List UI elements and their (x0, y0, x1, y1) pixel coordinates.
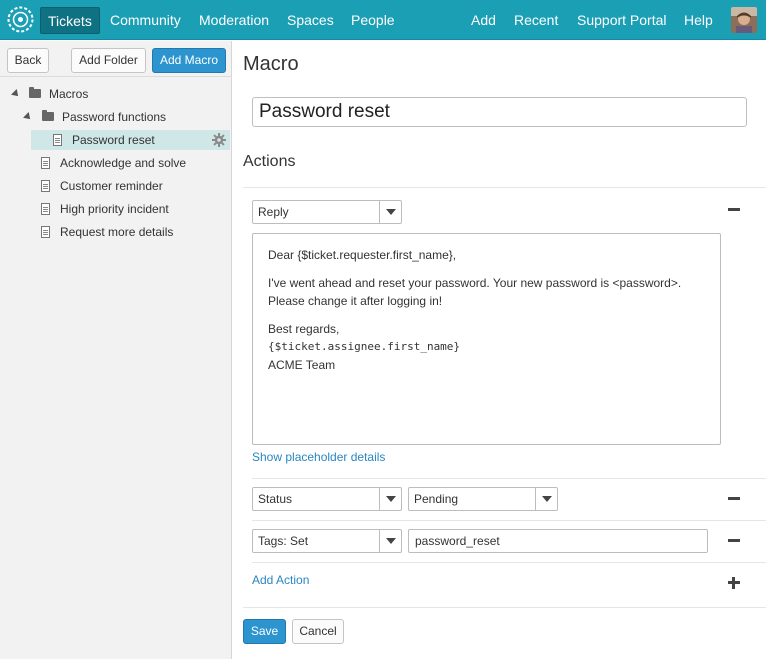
remove-action-icon[interactable] (728, 497, 740, 500)
sidebar-divider (0, 76, 231, 77)
action-field-select-status[interactable]: Status (252, 487, 402, 511)
footer-divider (243, 607, 766, 608)
document-icon (41, 226, 50, 238)
nav-moderation[interactable]: Moderation (199, 0, 269, 40)
tree-label: Password functions (62, 110, 167, 124)
chevron-down-icon (379, 201, 401, 223)
tree-label: Customer reminder (60, 179, 163, 193)
action-field-select-tags[interactable]: Tags: Set (252, 529, 402, 553)
status-value-select[interactable]: Pending (408, 487, 558, 511)
document-icon (53, 134, 62, 146)
tree-macro-acknowledge-and-solve[interactable]: Acknowledge and solve (0, 153, 231, 173)
tree-folder-password-functions[interactable]: Password functions (0, 107, 231, 127)
page-title: Macro (243, 53, 299, 75)
add-action-plus-icon[interactable] (728, 577, 740, 589)
nav-people[interactable]: People (351, 0, 395, 40)
tree-label: Password reset (72, 133, 155, 147)
select-value: Reply (258, 205, 289, 219)
chevron-down-icon (535, 488, 557, 510)
nav-support-portal[interactable]: Support Portal (577, 0, 667, 40)
reply-closing: Best regards, (268, 322, 340, 336)
section-divider (243, 187, 766, 188)
tags-value-input[interactable]: password_reset (408, 529, 708, 553)
document-icon (41, 180, 50, 192)
add-macro-button[interactable]: Add Macro (152, 48, 226, 73)
expand-triangle-icon[interactable] (23, 112, 33, 122)
action-divider (252, 562, 766, 563)
back-button[interactable]: Back (7, 48, 49, 73)
reply-line-1: I've went ahead and reset your password.… (268, 276, 682, 290)
tree-label: Request more details (60, 225, 174, 239)
add-folder-button[interactable]: Add Folder (71, 48, 146, 73)
chevron-down-icon (379, 488, 401, 510)
nav-tickets[interactable]: Tickets (40, 7, 100, 34)
action-divider (252, 478, 766, 479)
remove-action-icon[interactable] (728, 539, 740, 542)
macro-sidebar: Back Add Folder Add Macro Macros Passwor… (0, 41, 232, 659)
reply-team: ACME Team (268, 358, 336, 372)
reply-signature-placeholder: {$ticket.assignee.first_name} (268, 340, 461, 353)
show-placeholder-details-link[interactable]: Show placeholder details (252, 450, 385, 464)
tree-macro-customer-reminder[interactable]: Customer reminder (0, 176, 231, 196)
save-button[interactable]: Save (243, 619, 286, 644)
macro-editor-panel: Macro Actions Reply Dear {$ticket.reques… (233, 41, 766, 659)
reply-greeting: Dear {$ticket.requester.first_name}, (268, 248, 457, 262)
tree-macro-request-more-details[interactable]: Request more details (0, 222, 231, 242)
avatar-photo-icon (731, 7, 757, 33)
gear-icon[interactable] (212, 133, 226, 147)
reply-body-editor[interactable]: Dear {$ticket.requester.first_name}, I'v… (252, 233, 721, 445)
action-divider (252, 520, 766, 521)
action-field-select-reply[interactable]: Reply (252, 200, 402, 224)
select-value: Pending (414, 492, 459, 506)
tree-macro-high-priority-incident[interactable]: High priority incident (0, 199, 231, 219)
actions-heading: Actions (243, 153, 296, 170)
document-icon (41, 157, 50, 169)
add-action-link[interactable]: Add Action (252, 573, 309, 587)
nav-community[interactable]: Community (110, 0, 181, 40)
select-value: Tags: Set (258, 534, 309, 548)
tree-label: High priority incident (60, 202, 169, 216)
top-navigation-bar: Tickets Community Moderation Spaces Peop… (0, 0, 766, 40)
remove-action-icon[interactable] (728, 208, 740, 211)
select-value: Status (258, 492, 293, 506)
folder-icon (42, 110, 54, 121)
document-icon (41, 203, 50, 215)
logo-icon[interactable] (6, 5, 35, 34)
cancel-button[interactable]: Cancel (292, 619, 344, 644)
nav-help[interactable]: Help (684, 0, 713, 40)
nav-spaces[interactable]: Spaces (287, 0, 334, 40)
tree-label: Macros (49, 87, 89, 101)
user-avatar[interactable] (731, 7, 757, 33)
reply-line-2: Please change it after logging in! (268, 294, 443, 308)
tree-folder-macros[interactable]: Macros (0, 84, 231, 104)
chevron-down-icon (379, 530, 401, 552)
folder-icon (29, 87, 41, 98)
nav-recent[interactable]: Recent (514, 0, 558, 40)
expand-triangle-icon[interactable] (11, 89, 21, 99)
macro-name-input[interactable] (252, 97, 747, 127)
tree-macro-password-reset[interactable]: Password reset (31, 130, 230, 150)
tree-label: Acknowledge and solve (60, 156, 187, 170)
nav-add[interactable]: Add (471, 0, 496, 40)
